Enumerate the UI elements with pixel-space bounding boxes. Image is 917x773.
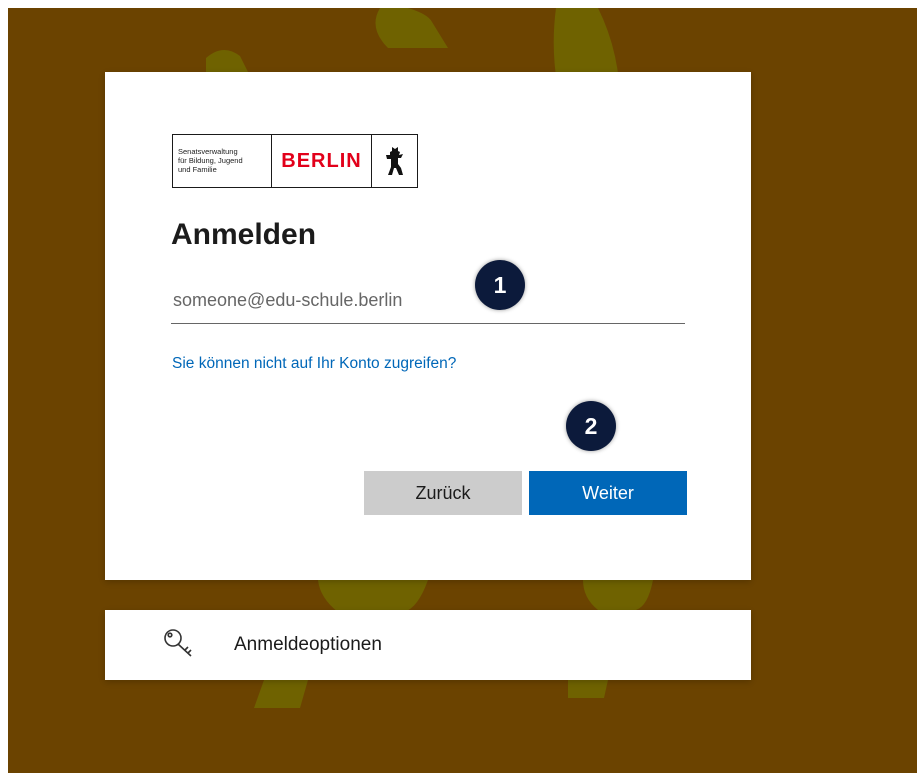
next-button[interactable]: Weiter [529,471,687,515]
logo-org-line-2: für Bildung, Jugend [178,156,243,165]
logo-org-name: Senatsverwaltung für Bildung, Jugend und… [173,135,272,187]
key-icon [163,628,197,665]
senate-berlin-logo: Senatsverwaltung für Bildung, Jugend und… [172,134,418,188]
signin-card: Senatsverwaltung für Bildung, Jugend und… [105,72,751,580]
logo-city-name: BERLIN [272,135,372,187]
page-title: Anmelden [171,218,317,251]
logo-org-line-3: und Familie [178,165,217,174]
berlin-bear-icon [372,135,417,187]
logo-org-line-1: Senatsverwaltung [178,147,238,156]
cant-access-account-link[interactable]: Sie können nicht auf Ihr Konto zugreifen… [172,355,456,373]
back-button[interactable]: Zurück [364,471,522,515]
step-1-badge: 1 [475,260,525,310]
signin-options-button[interactable]: Anmeldeoptionen [105,610,751,680]
email-input[interactable] [171,278,685,324]
signin-options-label: Anmeldeoptionen [234,634,382,655]
step-2-badge: 2 [566,401,616,451]
